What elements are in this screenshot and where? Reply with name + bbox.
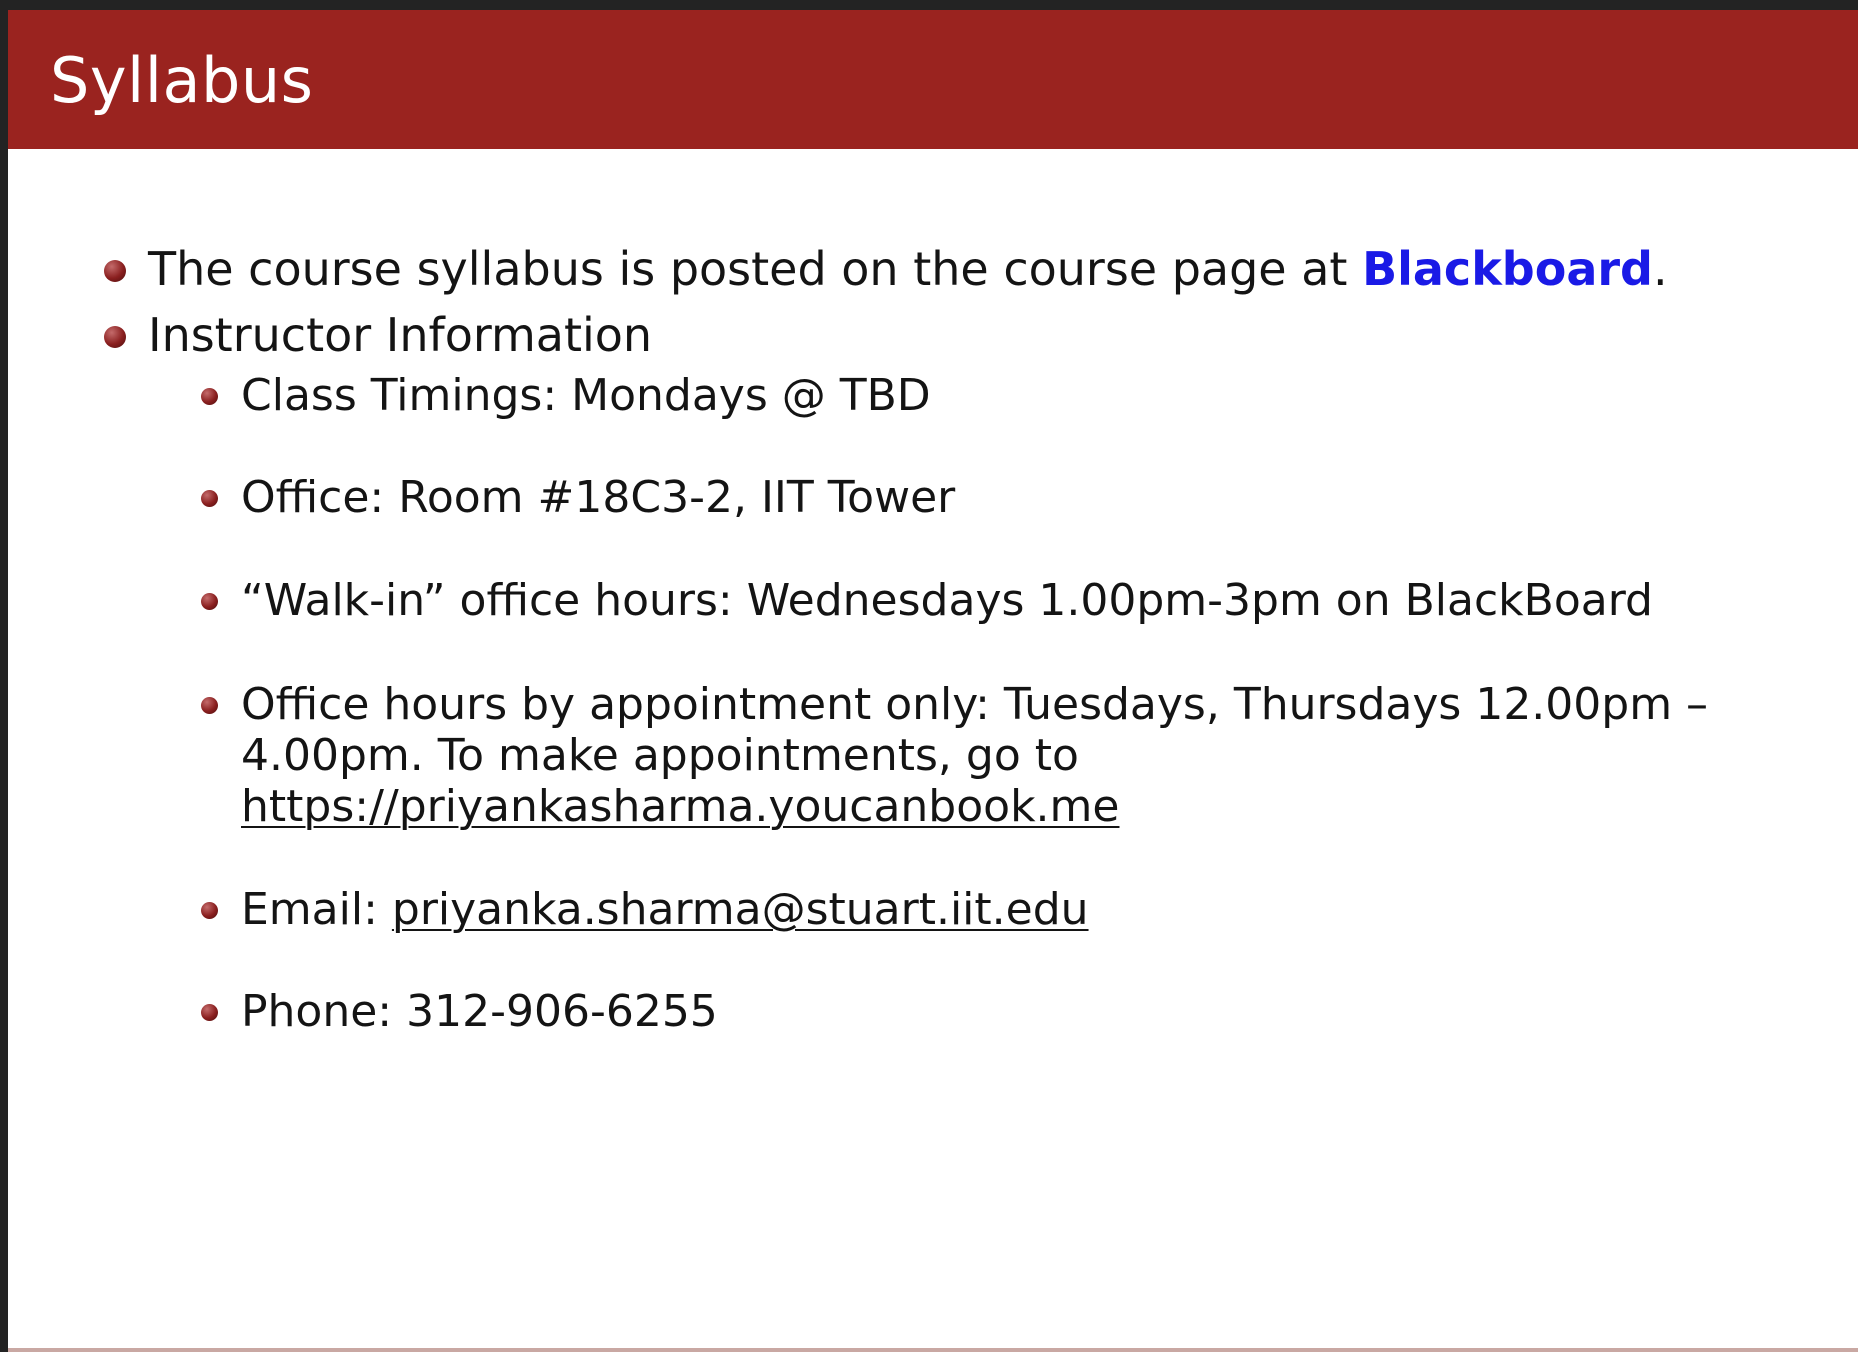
booking-link[interactable]: https://priyankasharma.youcanbook.me xyxy=(241,776,1119,838)
sub-bullet-icon xyxy=(201,593,218,610)
slide-title: Syllabus xyxy=(50,44,314,117)
sub-item-office: Office: Room #18C3-2, IIT Tower xyxy=(241,472,956,523)
blackboard-link[interactable]: Blackboard xyxy=(1362,242,1653,296)
sub-bullet-icon xyxy=(201,697,218,714)
sub-bullet-icon xyxy=(201,388,218,405)
syllabus-text: The course syllabus is posted on the cou… xyxy=(148,242,1363,296)
bullet-icon xyxy=(104,260,126,282)
list-item-syllabus: The course syllabus is posted on the cou… xyxy=(148,238,1668,300)
email-label: Email: xyxy=(241,884,392,935)
sub-item-email: Email: priyanka.sharma@stuart.iit.edu xyxy=(241,879,1089,941)
slide: Syllabus The course syllabus is posted o… xyxy=(8,10,1858,1352)
bullet-icon xyxy=(104,326,126,348)
syllabus-period: . xyxy=(1652,242,1668,296)
sub-item-class-timings: Class Timings: Mondays @ TBD xyxy=(241,370,931,421)
sub-item-walk-in-hours: “Walk-in” office hours: Wednesdays 1.00p… xyxy=(241,575,1653,626)
sub-bullet-icon xyxy=(201,902,218,919)
sub-bullet-icon xyxy=(201,490,218,507)
email-link[interactable]: priyanka.sharma@stuart.iit.edu xyxy=(392,884,1089,935)
sub-item-phone: Phone: 312-906-6255 xyxy=(241,986,718,1037)
list-item-instructor-info: Instructor Information xyxy=(148,308,653,362)
bottom-divider xyxy=(8,1348,1858,1352)
title-bar: Syllabus xyxy=(8,10,1858,149)
sub-bullet-icon xyxy=(201,1004,218,1021)
